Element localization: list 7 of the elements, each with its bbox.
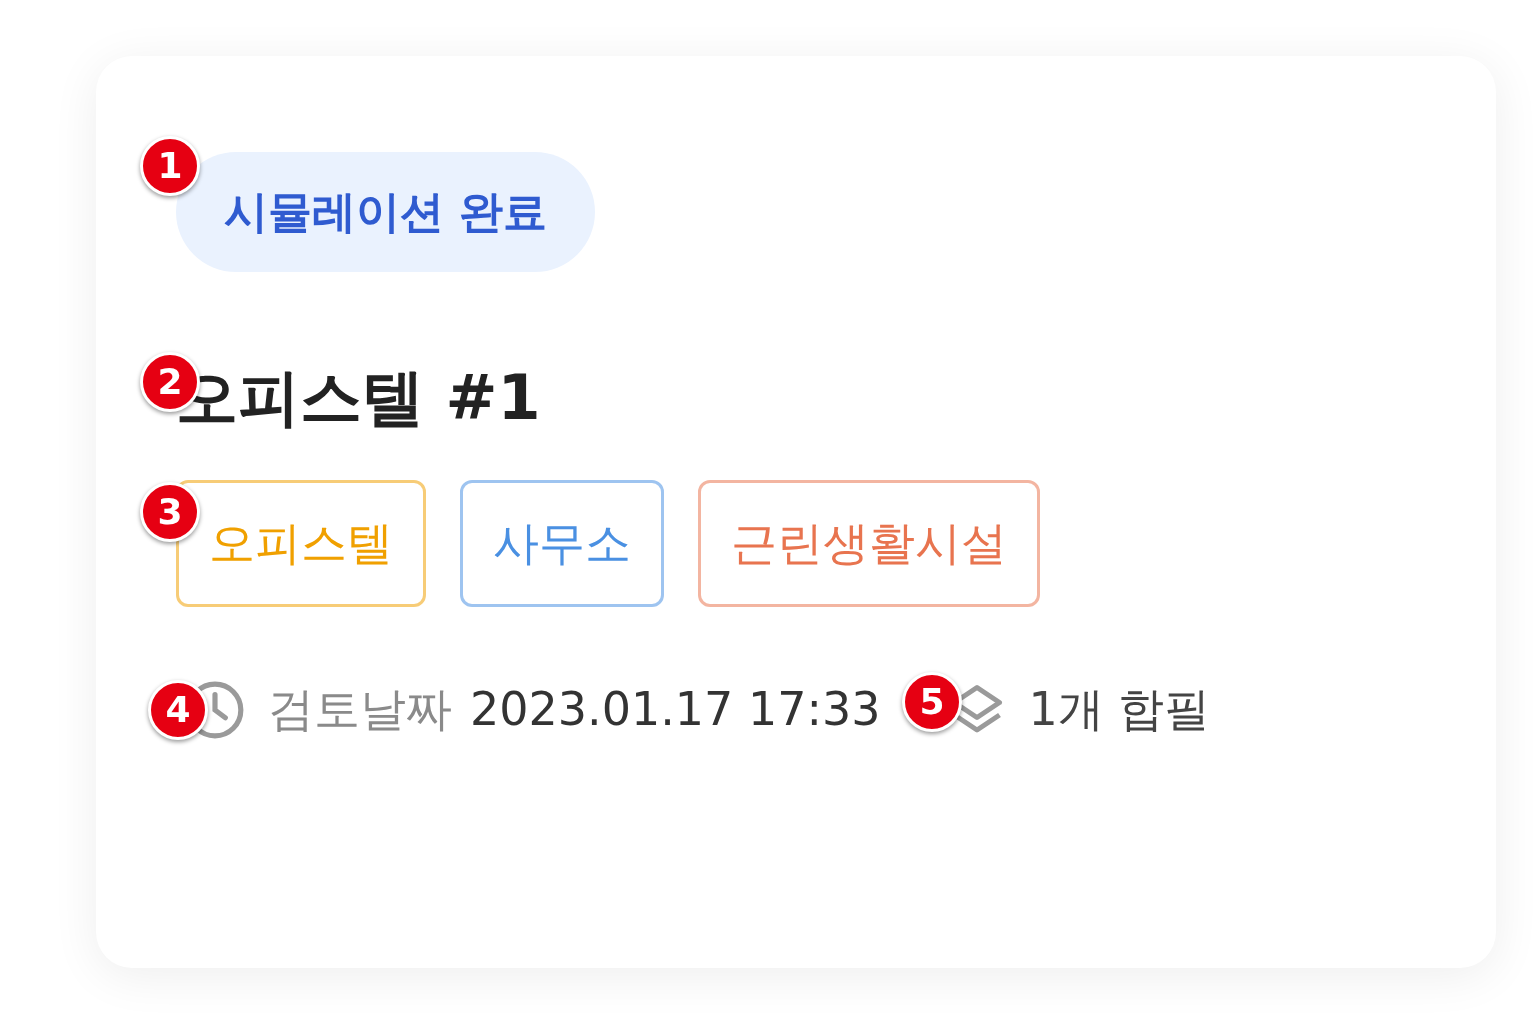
category-tag: 사무소 [460,480,664,607]
parcel-count: 1개 합필 [1028,681,1211,738]
review-date-label: 검토날짜 [268,681,452,738]
callout-marker: 5 [902,672,962,732]
review-date-value: 2023.01.17 17:33 [470,681,881,738]
category-tag: 근린생활시설 [698,480,1040,607]
callout-marker: 4 [148,680,208,740]
